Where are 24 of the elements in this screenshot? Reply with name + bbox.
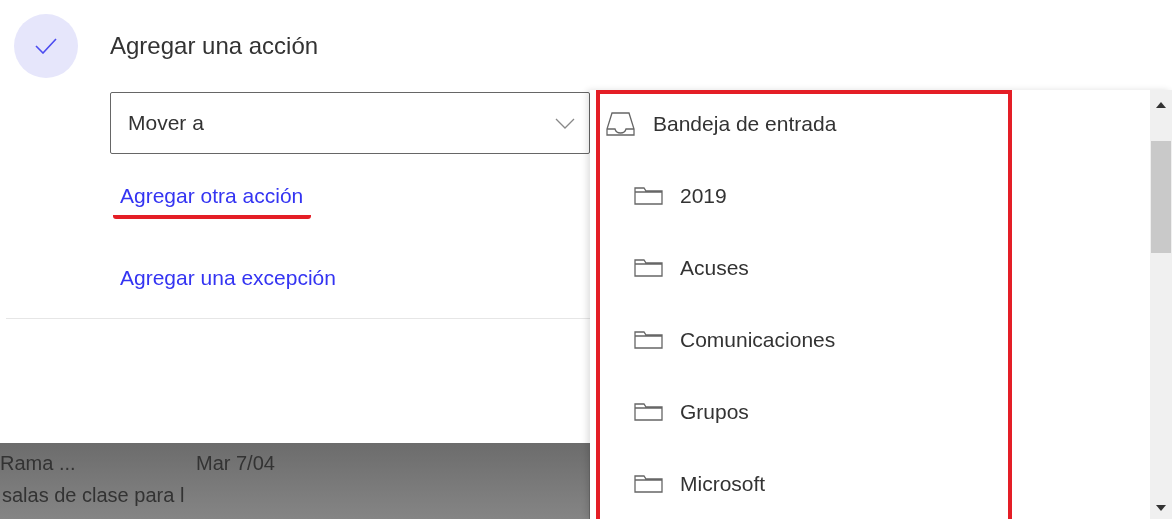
sender-name: Rama ... <box>0 451 77 475</box>
add-link[interactable]: Agregar otra acción <box>113 184 312 219</box>
folder-icon <box>634 187 663 205</box>
scroll-thumb[interactable] <box>1151 141 1171 253</box>
action-dropdown[interactable]: Mover a <box>110 92 590 154</box>
folder-item[interactable]: Comunicaciones <box>634 320 836 360</box>
folder-item[interactable]: Microsoft <box>634 464 766 504</box>
folder-icon <box>634 331 663 349</box>
scroll-up-icon[interactable] <box>1156 102 1166 108</box>
scroll-down-icon[interactable] <box>1156 505 1166 511</box>
folder-item[interactable]: Grupos <box>634 392 749 432</box>
scrollbar[interactable] <box>1150 90 1172 519</box>
folder-icon <box>634 403 663 421</box>
mail-date: Mar 7/04 <box>196 451 275 475</box>
folder-item[interactable]: Acuses <box>634 248 749 288</box>
folder-item[interactable]: 2019 <box>634 176 727 216</box>
folder-item[interactable]: Bandeja de entrada <box>606 104 837 144</box>
step-title: Agregar una acción <box>110 32 319 60</box>
chevron-down-icon <box>555 117 575 129</box>
inbox-tray-icon <box>606 112 635 136</box>
folder-icon <box>634 475 663 493</box>
mail-preview: salas de clase para l <box>1 483 186 507</box>
add-link[interactable]: Agregar una excepción <box>120 266 336 290</box>
folder-icon <box>634 259 663 277</box>
